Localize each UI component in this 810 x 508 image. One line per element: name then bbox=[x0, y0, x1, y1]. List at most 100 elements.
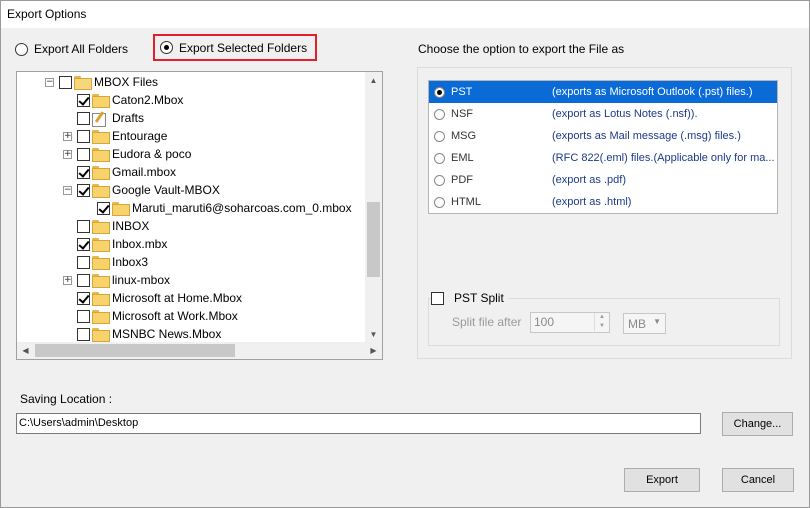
format-name: HTML bbox=[451, 196, 481, 208]
tree-item-label: MSNBC News.Mbox bbox=[112, 327, 222, 341]
tree-item-checkbox[interactable] bbox=[77, 255, 90, 269]
collapse-icon[interactable]: − bbox=[63, 186, 72, 195]
tree-item[interactable]: MSNBC News.Mbox bbox=[77, 325, 221, 343]
tree-item[interactable]: + Entourage bbox=[63, 127, 168, 145]
format-radio-icon[interactable] bbox=[434, 86, 445, 98]
format-radio-icon[interactable] bbox=[434, 130, 445, 142]
scroll-up-icon[interactable]: ▲ bbox=[365, 72, 382, 89]
format-description: (export as .html) bbox=[552, 196, 632, 208]
format-option-pst[interactable]: PST (exports as Microsoft Outlook (.pst) … bbox=[429, 81, 777, 103]
split-size-spinner[interactable]: ▲ ▼ bbox=[594, 313, 609, 332]
scroll-down-icon[interactable]: ▼ bbox=[365, 326, 382, 343]
tree-root-checkbox[interactable] bbox=[59, 75, 72, 89]
tree-item-checkbox[interactable] bbox=[77, 219, 90, 233]
format-radio-icon[interactable] bbox=[434, 108, 445, 120]
folder-icon bbox=[112, 202, 130, 216]
tree-item[interactable]: Drafts bbox=[77, 109, 144, 127]
tree-item-checkbox[interactable] bbox=[77, 237, 90, 251]
tree-vertical-scrollbar[interactable]: ▲ ▼ bbox=[365, 72, 382, 343]
export-options-window: Export Options Export All Folders Export… bbox=[0, 0, 810, 508]
pst-split-checkbox[interactable] bbox=[431, 291, 444, 305]
tree-item[interactable]: Microsoft at Home.Mbox bbox=[77, 289, 242, 307]
tree-item-checkbox[interactable] bbox=[77, 309, 90, 323]
tree-item-label: Caton2.Mbox bbox=[112, 93, 184, 107]
tree-item-checkbox[interactable] bbox=[77, 183, 90, 197]
format-radio-icon[interactable] bbox=[434, 152, 445, 164]
hscroll-thumb[interactable] bbox=[35, 344, 235, 357]
export-button[interactable]: Export bbox=[624, 468, 700, 492]
tree-item[interactable]: + linux-mbox bbox=[63, 271, 170, 289]
expand-icon[interactable]: + bbox=[63, 276, 72, 285]
expand-icon[interactable]: + bbox=[63, 132, 72, 141]
tree-item-label: Maruti_maruti6@soharcoas.com_0.mbox bbox=[132, 201, 352, 215]
tree-item-label: INBOX bbox=[112, 219, 150, 233]
folder-tree[interactable]: − MBOX Files Caton2.Mbox Drafts + Entourage… bbox=[16, 71, 383, 360]
format-option-eml[interactable]: EML (RFC 822(.eml) files.(Applicable only… bbox=[429, 147, 777, 169]
tree-item-checkbox[interactable] bbox=[77, 327, 90, 341]
tree-item[interactable]: Microsoft at Work.Mbox bbox=[77, 307, 238, 325]
folder-icon bbox=[92, 256, 110, 270]
export-selected-label: Export Selected Folders bbox=[179, 40, 308, 55]
tree-item-label: Eudora & poco bbox=[112, 147, 192, 161]
change-button[interactable]: Change... bbox=[722, 412, 793, 436]
format-option-nsf[interactable]: NSF (export as Lotus Notes (.nsf)). bbox=[429, 103, 777, 125]
export-selected-radio-icon[interactable] bbox=[160, 41, 173, 54]
tree-item[interactable]: − Google Vault-MBOX bbox=[63, 181, 220, 199]
tree-item-checkbox[interactable] bbox=[77, 111, 90, 125]
folder-icon bbox=[92, 220, 110, 234]
pst-split-checkbox-row[interactable]: PST Split bbox=[431, 291, 508, 305]
format-radio-icon[interactable] bbox=[434, 174, 445, 186]
format-option-msg[interactable]: MSG (exports as Mail message (.msg) files… bbox=[429, 125, 777, 147]
drafts-icon bbox=[92, 111, 108, 127]
scroll-thumb[interactable] bbox=[367, 202, 380, 277]
tree-item-label: Drafts bbox=[112, 111, 145, 125]
tree-item[interactable]: INBOX bbox=[77, 217, 149, 235]
tree-item[interactable]: + Eudora & poco bbox=[63, 145, 192, 163]
chevron-down-icon: ▼ bbox=[653, 317, 661, 326]
tree-item-checkbox[interactable] bbox=[77, 273, 90, 287]
format-option-list[interactable]: PST (exports as Microsoft Outlook (.pst) … bbox=[428, 80, 778, 214]
export-all-radio[interactable]: Export All Folders bbox=[15, 39, 128, 59]
folder-open-icon bbox=[74, 76, 92, 90]
spin-down-icon[interactable]: ▼ bbox=[594, 322, 609, 331]
tree-item-checkbox[interactable] bbox=[77, 291, 90, 305]
tree-root-label: MBOX Files bbox=[94, 75, 159, 89]
saving-location-label: Saving Location : bbox=[20, 392, 113, 406]
tree-item[interactable]: Gmail.mbox bbox=[77, 163, 176, 181]
tree-item-label: Inbox.mbx bbox=[112, 237, 168, 251]
window-title: Export Options bbox=[7, 7, 87, 21]
tree-item[interactable]: Maruti_maruti6@soharcoas.com_0.mbox bbox=[97, 199, 352, 217]
tree-item-label: Inbox3 bbox=[112, 255, 149, 269]
tree-horizontal-scrollbar[interactable]: ◀ ▶ bbox=[17, 342, 382, 359]
tree-item-label: Entourage bbox=[112, 129, 168, 143]
scroll-right-icon[interactable]: ▶ bbox=[365, 342, 382, 359]
folder-icon bbox=[92, 328, 110, 342]
folder-icon bbox=[92, 238, 110, 252]
spin-up-icon[interactable]: ▲ bbox=[594, 313, 609, 322]
tree-item[interactable]: Caton2.Mbox bbox=[77, 91, 183, 109]
tree-item-checkbox[interactable] bbox=[77, 129, 90, 143]
format-option-pdf[interactable]: PDF (export as .pdf) bbox=[429, 169, 777, 191]
tree-item[interactable]: Inbox3 bbox=[77, 253, 148, 271]
format-option-html[interactable]: HTML (export as .html) bbox=[429, 191, 777, 213]
export-selected-radio[interactable]: Export Selected Folders bbox=[153, 34, 318, 61]
tree-item[interactable]: Inbox.mbx bbox=[77, 235, 167, 253]
folder-icon bbox=[92, 184, 110, 198]
tree-item-checkbox[interactable] bbox=[77, 93, 90, 107]
format-description: (RFC 822(.eml) files.(Applicable only fo… bbox=[552, 152, 774, 164]
scroll-left-icon[interactable]: ◀ bbox=[17, 342, 34, 359]
expand-icon[interactable]: + bbox=[63, 150, 72, 159]
tree-item-checkbox[interactable] bbox=[77, 165, 90, 179]
tree-item-checkbox[interactable] bbox=[77, 147, 90, 161]
tree-item-label: Google Vault-MBOX bbox=[112, 183, 220, 197]
split-unit-select[interactable]: MB ▼ bbox=[623, 313, 666, 334]
format-name: NSF bbox=[451, 108, 473, 120]
format-radio-icon[interactable] bbox=[434, 196, 445, 208]
collapse-icon[interactable]: − bbox=[45, 78, 54, 87]
export-all-radio-icon[interactable] bbox=[15, 42, 28, 56]
folder-icon bbox=[92, 292, 110, 306]
tree-item-checkbox[interactable] bbox=[97, 201, 110, 215]
cancel-button[interactable]: Cancel bbox=[722, 468, 794, 492]
saving-location-input[interactable]: C:\Users\admin\Desktop bbox=[16, 413, 701, 434]
tree-root-mbox-files[interactable]: − MBOX Files bbox=[45, 73, 158, 91]
